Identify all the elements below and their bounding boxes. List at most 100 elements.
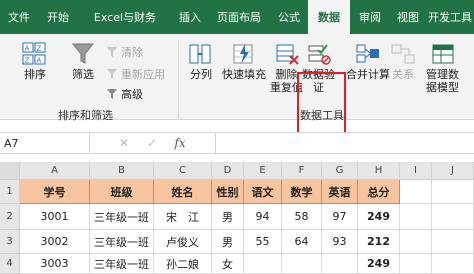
column-header-e[interactable]: E [244, 162, 282, 180]
column-header-i[interactable]: I [400, 162, 432, 180]
table-cell[interactable]: 94 [244, 204, 282, 230]
table-cell[interactable]: 孙二娘 [154, 254, 212, 274]
row-header-4[interactable]: 4 [0, 254, 20, 274]
tab-excel-finance[interactable]: Excel与财务 [78, 0, 172, 34]
column-header-g[interactable]: G [322, 162, 358, 180]
data-validation-icon [306, 42, 332, 66]
reapply-button[interactable]: 重新应用 [106, 66, 165, 82]
column-header-f[interactable]: F [282, 162, 322, 180]
split-label: 分列 [190, 68, 212, 81]
table-cell[interactable]: 97 [322, 204, 358, 230]
table-cell-total[interactable]: 249 [358, 204, 400, 230]
header-cell-gender[interactable]: 性别 [212, 180, 244, 204]
tab-file[interactable]: 文件 [0, 0, 38, 34]
svg-text:Z: Z [37, 45, 42, 53]
name-box[interactable]: A7 [0, 133, 90, 153]
highlight-box [297, 72, 346, 134]
text-to-columns-icon [188, 42, 214, 66]
table-cell[interactable]: 58 [282, 204, 322, 230]
table-cell-total[interactable]: 249 [358, 254, 400, 274]
relationships-icon [390, 42, 416, 66]
table-cell[interactable]: 三年级一班 [90, 254, 154, 274]
flash-fill-button[interactable]: 快速填充 [222, 42, 266, 81]
table-cell-total[interactable]: 212 [358, 230, 400, 254]
empty-cell[interactable] [432, 254, 474, 274]
empty-cell[interactable] [400, 254, 432, 274]
reapply-icon [106, 68, 118, 80]
remove-duplicates-icon [274, 42, 300, 66]
tab-formulas[interactable]: 公式 [270, 0, 308, 34]
tab-data[interactable]: 数据 [308, 0, 350, 34]
ribbon-data: A Z Z A 排序 筛选 清除 重新应用 高级 排序和筛选 分列 快速填充 删… [0, 34, 474, 134]
svg-text:Z: Z [25, 57, 30, 65]
column-header-d[interactable]: D [212, 162, 244, 180]
table-cell[interactable]: 男 [212, 204, 244, 230]
tab-page-layout[interactable]: 页面布局 [208, 0, 270, 34]
clear-filter-icon [106, 46, 118, 58]
column-header-c[interactable]: C [154, 162, 212, 180]
consolidate-button[interactable]: 合并计算 [346, 42, 390, 81]
header-cell-chinese[interactable]: 语文 [244, 180, 282, 204]
header-cell-english[interactable]: 英语 [322, 180, 358, 204]
table-cell[interactable]: 三年级一班 [90, 204, 154, 230]
table-cell[interactable]: 55 [244, 230, 282, 254]
table-cell[interactable]: 3001 [20, 204, 90, 230]
header-cell-total[interactable]: 总分 [358, 180, 400, 204]
data-model-label-2: 据模型 [426, 81, 459, 94]
filter-label: 筛选 [72, 68, 94, 81]
column-header-b[interactable]: B [90, 162, 154, 180]
advanced-filter-button[interactable]: 高级 [106, 86, 143, 102]
header-cell-math[interactable]: 数学 [282, 180, 322, 204]
svg-text:A: A [25, 45, 30, 53]
relationships-button[interactable]: 关系 [390, 42, 416, 81]
row-header-1[interactable]: 1 [0, 180, 20, 204]
table-cell[interactable]: 女 [212, 254, 244, 274]
tab-developer[interactable]: 开发工具 [426, 0, 474, 34]
text-to-columns-button[interactable]: 分列 [188, 42, 214, 81]
sort-button[interactable]: A Z Z A 排序 [22, 42, 48, 81]
tab-home[interactable]: 开始 [38, 0, 78, 34]
select-all-corner[interactable] [0, 162, 20, 180]
filter-button[interactable]: 筛选 [70, 42, 96, 81]
fx-icon[interactable]: fx [166, 136, 194, 150]
table-cell[interactable]: 64 [282, 230, 322, 254]
row-header-3[interactable]: 3 [0, 230, 20, 254]
table-cell[interactable]: 3002 [20, 230, 90, 254]
table-cell[interactable]: 3003 [20, 254, 90, 274]
column-header-a[interactable]: A [20, 162, 90, 180]
reapply-label: 重新应用 [121, 68, 165, 81]
empty-cell[interactable] [432, 230, 474, 254]
empty-cell[interactable] [432, 180, 474, 204]
cancel-icon[interactable]: ✕ [110, 136, 138, 150]
clear-filter-button[interactable]: 清除 [106, 44, 143, 60]
table-cell[interactable]: 卢俊义 [154, 230, 212, 254]
manage-data-model-button[interactable]: 管理数 据模型 [426, 42, 459, 94]
empty-cell[interactable] [400, 204, 432, 230]
consolidate-icon [355, 42, 381, 66]
table-cell[interactable]: 男 [212, 230, 244, 254]
table-cell[interactable]: 三年级一班 [90, 230, 154, 254]
tab-insert[interactable]: 插入 [172, 0, 208, 34]
tab-review[interactable]: 审阅 [350, 0, 390, 34]
table-cell[interactable] [282, 254, 322, 274]
table-cell[interactable] [322, 254, 358, 274]
header-cell-id[interactable]: 学号 [20, 180, 90, 204]
tab-view[interactable]: 视图 [390, 0, 426, 34]
svg-text:A: A [37, 57, 42, 65]
empty-cell[interactable] [400, 180, 432, 204]
enter-icon[interactable]: ✓ [138, 136, 166, 150]
empty-cell[interactable] [400, 230, 432, 254]
funnel-icon [70, 42, 96, 66]
formula-input[interactable] [215, 132, 474, 154]
empty-cell[interactable] [432, 204, 474, 230]
header-cell-name[interactable]: 姓名 [154, 180, 212, 204]
column-header-j[interactable]: J [432, 162, 474, 180]
table-cell[interactable]: 宋 江 [154, 204, 212, 230]
header-cell-class[interactable]: 班级 [90, 180, 154, 204]
column-header-h[interactable]: H [358, 162, 400, 180]
advanced-filter-icon [106, 88, 118, 100]
table-cell[interactable]: 93 [322, 230, 358, 254]
row-header-2[interactable]: 2 [0, 204, 20, 230]
table-cell[interactable] [244, 254, 282, 274]
group-label-sort-filter: 排序和筛选 [58, 109, 113, 122]
